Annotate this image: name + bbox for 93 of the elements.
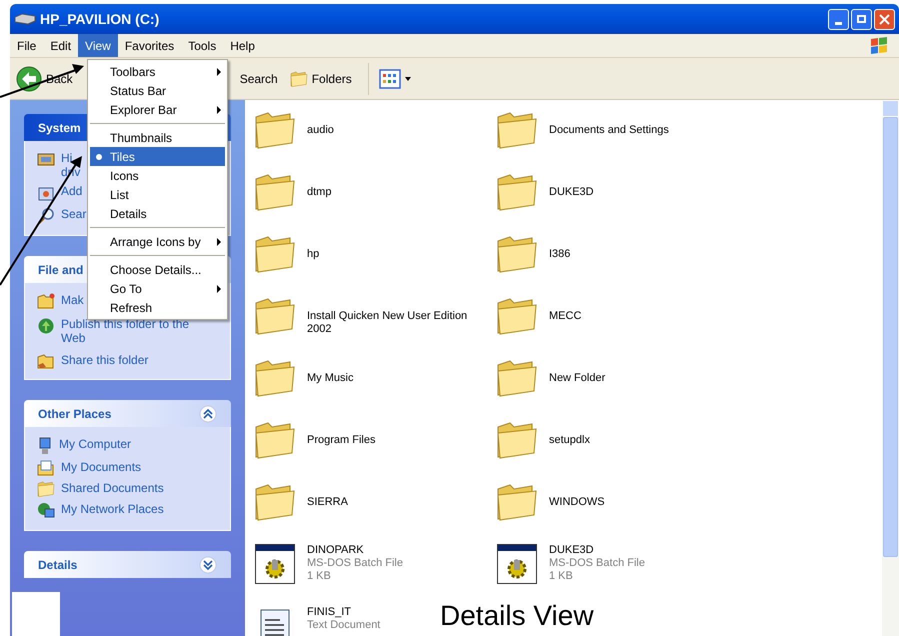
file-size: 1 KB xyxy=(307,570,332,583)
file-name[interactable]: dtmp xyxy=(307,186,332,199)
shared-folder-icon xyxy=(37,353,55,369)
window-title: HP_PAVILION (C:) xyxy=(40,10,160,29)
folder-icon xyxy=(254,297,296,335)
menu-item[interactable]: Favorites xyxy=(118,34,182,57)
menu-entry[interactable]: Thumbnails xyxy=(90,128,225,147)
menu-entry[interactable]: Details xyxy=(90,204,225,223)
menu-entry[interactable]: Go To xyxy=(90,279,225,298)
collapse-icon[interactable] xyxy=(199,404,217,422)
menu-item[interactable]: File xyxy=(10,34,44,57)
menu-entry[interactable]: List xyxy=(90,185,225,204)
menu-item[interactable]: View xyxy=(78,34,118,57)
menu-entry[interactable]: Refresh xyxy=(90,298,225,317)
file-name[interactable]: My Music xyxy=(307,372,354,385)
folder-icon xyxy=(496,235,538,273)
drive-icon xyxy=(14,13,36,25)
close-button[interactable] xyxy=(874,8,895,30)
menu-entry[interactable]: Toolbars xyxy=(90,62,225,81)
file-name[interactable]: New Folder xyxy=(549,372,606,385)
folder-icon xyxy=(254,173,296,211)
folder-icon xyxy=(37,481,55,497)
folder-icon xyxy=(496,359,538,397)
new-folder-icon xyxy=(37,293,55,309)
folder-icon xyxy=(254,421,296,459)
file-name[interactable]: setupdlx xyxy=(549,434,590,447)
file-name[interactable]: Install Quicken New User Edition 2002 xyxy=(307,310,487,336)
label-background xyxy=(12,592,60,636)
folder-icon xyxy=(496,483,538,521)
folder-icon xyxy=(496,173,538,211)
file-name[interactable]: MECC xyxy=(549,310,582,323)
caret-icon xyxy=(404,76,411,80)
task-link[interactable]: My Computer xyxy=(59,437,132,451)
file-name[interactable]: FINIS_IT xyxy=(307,606,380,619)
network-icon xyxy=(37,502,55,520)
folder-icon xyxy=(254,483,296,521)
gear-window-icon xyxy=(255,544,295,584)
folder-icon xyxy=(496,111,538,149)
file-size: 1 KB xyxy=(549,570,574,583)
task-link[interactable]: My Documents xyxy=(61,460,142,474)
documents-folder-icon xyxy=(37,460,55,476)
folder-icon xyxy=(254,235,296,273)
search-icon xyxy=(37,207,55,225)
task-link[interactable]: My Network Places xyxy=(61,502,164,516)
file-name[interactable]: Program Files xyxy=(307,434,376,447)
file-name[interactable]: hp xyxy=(307,248,320,261)
file-name[interactable]: audio xyxy=(307,124,334,137)
file-name[interactable]: Documents and Settings xyxy=(549,124,669,137)
task-link[interactable]: Mak xyxy=(61,293,84,307)
restore-button[interactable] xyxy=(851,8,872,30)
gear-window-icon xyxy=(497,544,537,584)
globe-icon xyxy=(37,317,55,335)
menu-entry[interactable]: Arrange Icons by xyxy=(90,232,225,251)
task-link[interactable]: Shared Documents xyxy=(61,481,164,495)
menu-item[interactable]: Tools xyxy=(181,34,224,57)
menu-item[interactable]: Help xyxy=(223,34,262,57)
task-link[interactable]: Publish this folder to the Web xyxy=(61,317,190,345)
menu-entry[interactable]: Tiles xyxy=(90,147,225,166)
minimize-button[interactable] xyxy=(828,8,849,30)
task-link[interactable]: Add xyxy=(61,184,82,198)
task-link[interactable]: Share this folder xyxy=(61,353,148,367)
file-type: Text Document xyxy=(307,619,380,632)
toolbar-button[interactable]: Folders xyxy=(286,62,356,94)
folder-icon xyxy=(496,297,538,335)
menu-entry[interactable]: Status Bar xyxy=(90,81,225,100)
menu-entry[interactable]: Icons xyxy=(90,166,225,185)
folder-icon xyxy=(254,359,296,397)
windows-flag-icon xyxy=(869,36,889,54)
menu-item[interactable]: Edit xyxy=(43,34,78,57)
bullet-icon xyxy=(96,154,102,160)
drive-icon xyxy=(37,151,55,167)
file-name[interactable]: DUKE3D xyxy=(549,186,594,199)
folder-icon xyxy=(254,111,296,149)
file-name[interactable]: DINOPARK xyxy=(307,544,403,557)
file-type: MS-DOS Batch File xyxy=(549,557,645,570)
file-name[interactable]: SIERRA xyxy=(307,496,348,509)
computer-icon xyxy=(37,437,53,455)
panel-header[interactable]: Details xyxy=(24,551,231,578)
menu-entry[interactable]: Choose Details... xyxy=(90,260,225,279)
close-icon xyxy=(879,14,890,24)
file-type: MS-DOS Batch File xyxy=(307,557,403,570)
file-name[interactable]: I386 xyxy=(549,248,570,261)
menu-entry[interactable]: Explorer Bar xyxy=(90,100,225,119)
toolbar-button[interactable]: Search xyxy=(236,62,282,94)
task-link[interactable]: Sear xyxy=(61,207,86,221)
folder-icon xyxy=(290,70,308,86)
panel-header[interactable]: Other Places xyxy=(24,400,231,427)
file-name[interactable]: DUKE3D xyxy=(549,544,645,557)
file-name[interactable]: WINDOWS xyxy=(549,496,605,509)
views-icon xyxy=(378,68,401,88)
notepad-icon xyxy=(260,608,290,636)
expand-icon[interactable] xyxy=(199,556,217,574)
folder-icon xyxy=(496,421,538,459)
